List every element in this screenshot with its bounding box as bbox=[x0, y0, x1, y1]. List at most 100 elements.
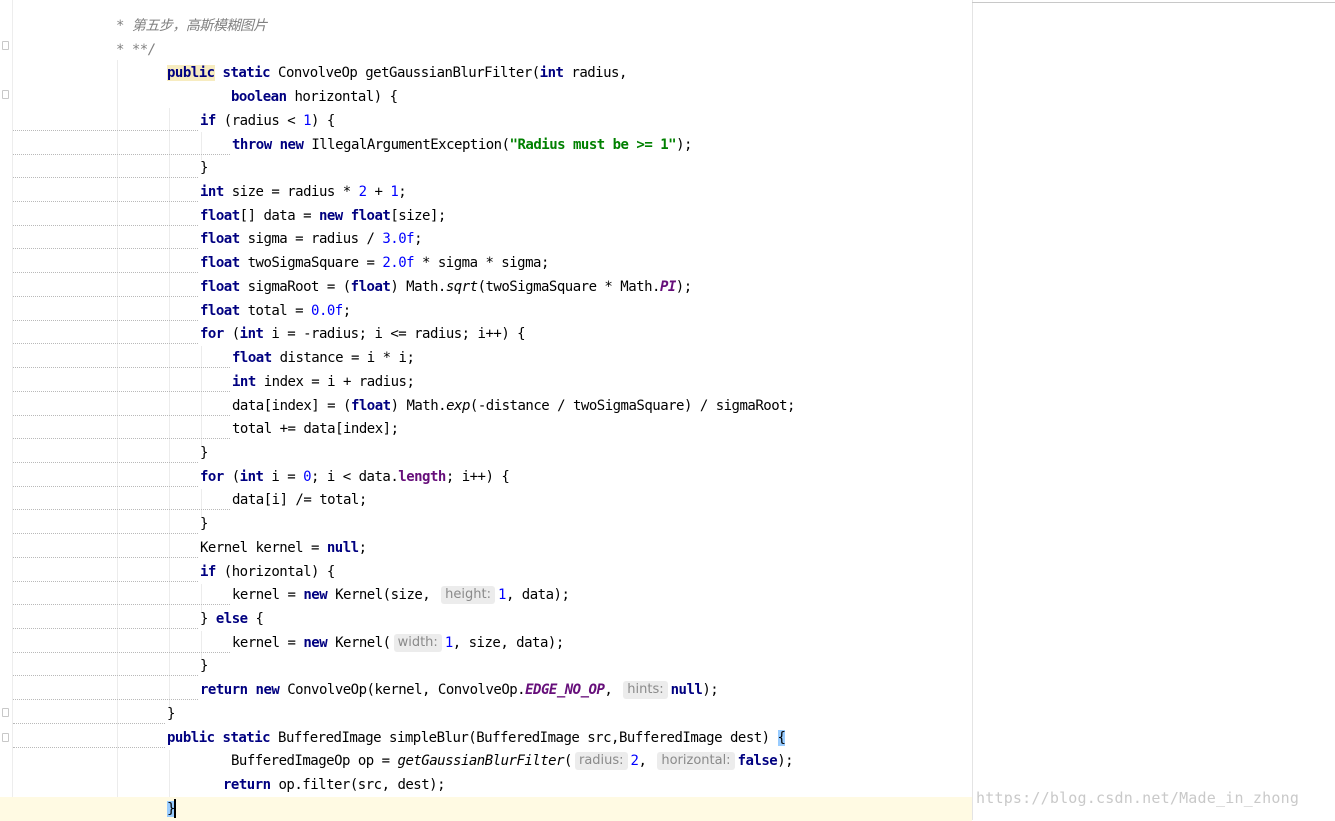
code-line[interactable]: int index = i + radius; bbox=[0, 370, 972, 394]
code-line[interactable]: } bbox=[0, 441, 972, 465]
code-line[interactable]: kernel = new Kernel(size, height: 1, data… bbox=[0, 583, 972, 607]
code-token: } bbox=[200, 611, 216, 627]
keyword-token: throw bbox=[232, 136, 272, 153]
code-text[interactable]: for (int i = -radius; i <= radius; i++) … bbox=[200, 322, 526, 346]
code-text[interactable]: float twoSigmaSquare = 2.0f * sigma * si… bbox=[200, 251, 549, 275]
parameter-hint: height: bbox=[441, 586, 495, 605]
code-line[interactable]: } bbox=[0, 512, 972, 536]
code-line[interactable]: } bbox=[0, 654, 972, 678]
keyword-token: return bbox=[200, 682, 248, 699]
code-text[interactable]: int size = radius * 2 + 1; bbox=[200, 180, 407, 204]
code-token: , data); bbox=[505, 587, 570, 604]
code-line[interactable]: data[i] /= total; bbox=[0, 488, 972, 512]
code-text[interactable]: Kernel kernel = null; bbox=[200, 536, 367, 560]
code-text[interactable]: } bbox=[200, 654, 208, 678]
code-text[interactable]: } else { bbox=[200, 607, 264, 631]
code-line[interactable]: return op.filter(src, dest); bbox=[0, 773, 972, 797]
code-line[interactable]: boolean horizontal) { bbox=[0, 85, 972, 109]
current-code-line[interactable]: } bbox=[0, 796, 972, 821]
code-text[interactable]: float[] data = new float[size]; bbox=[200, 204, 446, 228]
watermark: https://blog.csdn.net/Made_in_zhong bbox=[976, 789, 1300, 807]
code-text[interactable]: } bbox=[200, 512, 208, 536]
code-token: [size]; bbox=[390, 207, 446, 224]
code-text[interactable]: float sigma = radius / 3.0f; bbox=[200, 227, 423, 251]
code-text[interactable]: float total = 0.0f; bbox=[200, 299, 351, 323]
code-line[interactable]: kernel = new Kernel(width: 1, size, data)… bbox=[0, 631, 972, 655]
keyword-token: float bbox=[200, 255, 240, 272]
code-line[interactable]: Kernel kernel = null; bbox=[0, 536, 972, 560]
code-text[interactable]: } bbox=[200, 156, 208, 180]
code-line[interactable]: float twoSigmaSquare = 2.0f * sigma * si… bbox=[0, 251, 972, 275]
keyword-token: int bbox=[239, 326, 264, 343]
code-line[interactable]: float distance = i * i; bbox=[0, 346, 972, 370]
code-text[interactable]: return new ConvolveOp(kernel, ConvolveOp… bbox=[200, 678, 719, 702]
code-line[interactable]: return new ConvolveOp(kernel, ConvolveOp… bbox=[0, 678, 972, 702]
code-line[interactable]: public static BufferedImage simpleBlur(B… bbox=[0, 726, 972, 750]
code-line[interactable]: public static ConvolveOp getGaussianBlur… bbox=[0, 61, 972, 85]
code-text[interactable]: public static BufferedImage simpleBlur(B… bbox=[167, 726, 786, 750]
code-line[interactable]: if (horizontal) { bbox=[0, 560, 972, 584]
code-token: index = i + radius; bbox=[255, 373, 415, 390]
code-text[interactable]: public static ConvolveOp getGaussianBlur… bbox=[167, 61, 627, 85]
code-token: } bbox=[200, 658, 208, 675]
code-text[interactable]: for (int i = 0; i < data.length; i++) { bbox=[200, 465, 510, 489]
code-text[interactable]: int index = i + radius; bbox=[232, 370, 415, 394]
code-line[interactable]: data[index] = (float) Math.exp(-distance… bbox=[0, 394, 972, 418]
keyword-token: static bbox=[222, 65, 271, 82]
code-text[interactable]: return op.filter(src, dest); bbox=[223, 773, 446, 797]
keyword-token: static bbox=[222, 729, 271, 746]
code-line[interactable]: float sigma = radius / 3.0f; bbox=[0, 227, 972, 251]
string-literal: "Radius must be >= 1" bbox=[509, 136, 677, 153]
matched-brace: { bbox=[777, 729, 786, 746]
code-line[interactable]: for (int i = 0; i < data.length; i++) { bbox=[0, 465, 972, 489]
code-line[interactable]: * 第五步，高斯模糊图片 bbox=[0, 14, 972, 38]
code-editor[interactable]: * 第五步，高斯模糊图片 * **/ public static ConvolveO… bbox=[0, 0, 1335, 821]
code-line[interactable]: float sigmaRoot = (float) Math.sqrt(twoS… bbox=[0, 275, 972, 299]
code-token: radius, bbox=[563, 65, 627, 82]
code-token: total += data[index]; bbox=[232, 421, 399, 438]
code-text[interactable]: throw new IllegalArgumentException("Radi… bbox=[232, 133, 692, 157]
code-line[interactable]: float total = 0.0f; bbox=[0, 299, 972, 323]
code-text[interactable]: kernel = new Kernel(size, height: 1, data… bbox=[232, 583, 570, 607]
code-line[interactable]: if (radius < 1) { bbox=[0, 109, 972, 133]
code-token: } bbox=[167, 705, 175, 722]
code-text[interactable]: boolean horizontal) { bbox=[231, 85, 398, 109]
code-text[interactable]: } bbox=[200, 441, 208, 465]
code-text[interactable]: if (horizontal) { bbox=[200, 560, 335, 584]
code-line[interactable]: BufferedImageOp op = getGaussianBlurFilt… bbox=[0, 749, 972, 773]
keyword-token: if bbox=[200, 563, 216, 580]
code-token: sigma = radius / bbox=[239, 231, 383, 248]
code-line[interactable]: * **/ bbox=[0, 38, 972, 62]
parameter-hint: hints: bbox=[623, 681, 668, 700]
code-text[interactable]: * **/ bbox=[116, 38, 156, 62]
code-token: sigmaRoot = ( bbox=[239, 278, 352, 295]
code-token: ConvolveOp(kernel, ConvolveOp. bbox=[279, 682, 526, 699]
code-line[interactable]: } else { bbox=[0, 607, 972, 631]
code-line[interactable]: for (int i = -radius; i <= radius; i++) … bbox=[0, 322, 972, 346]
code-token: (horizontal) { bbox=[215, 563, 336, 580]
code-text[interactable]: } bbox=[167, 702, 175, 726]
keyword-token: if bbox=[200, 112, 216, 129]
code-text[interactable]: kernel = new Kernel(width: 1, size, data)… bbox=[232, 631, 564, 655]
code-token: * bbox=[116, 18, 132, 34]
code-line[interactable]: } bbox=[0, 702, 972, 726]
code-text[interactable]: float sigmaRoot = (float) Math.sqrt(twoS… bbox=[200, 275, 692, 299]
code-text[interactable]: if (radius < 1) { bbox=[200, 109, 335, 133]
code-text[interactable]: total += data[index]; bbox=[232, 417, 399, 441]
code-token: kernel = bbox=[232, 587, 304, 604]
keyword-token: new bbox=[303, 587, 328, 604]
code-token: ( bbox=[223, 326, 240, 343]
code-line[interactable]: int size = radius * 2 + 1; bbox=[0, 180, 972, 204]
code-text[interactable]: * 第五步，高斯模糊图片 bbox=[116, 14, 267, 38]
code-token: } bbox=[200, 160, 208, 177]
code-line[interactable]: float[] data = new float[size]; bbox=[0, 204, 972, 228]
code-line[interactable]: total += data[index]; bbox=[0, 417, 972, 441]
code-text[interactable]: data[i] /= total; bbox=[232, 488, 367, 512]
code-line[interactable]: throw new IllegalArgumentException("Radi… bbox=[0, 133, 972, 157]
code-text[interactable]: float distance = i * i; bbox=[232, 346, 415, 370]
right-margin-guide bbox=[972, 0, 973, 820]
code-line[interactable]: } bbox=[0, 156, 972, 180]
code-text[interactable]: data[index] = (float) Math.exp(-distance… bbox=[232, 394, 795, 418]
code-text[interactable]: BufferedImageOp op = getGaussianBlurFilt… bbox=[231, 749, 794, 773]
